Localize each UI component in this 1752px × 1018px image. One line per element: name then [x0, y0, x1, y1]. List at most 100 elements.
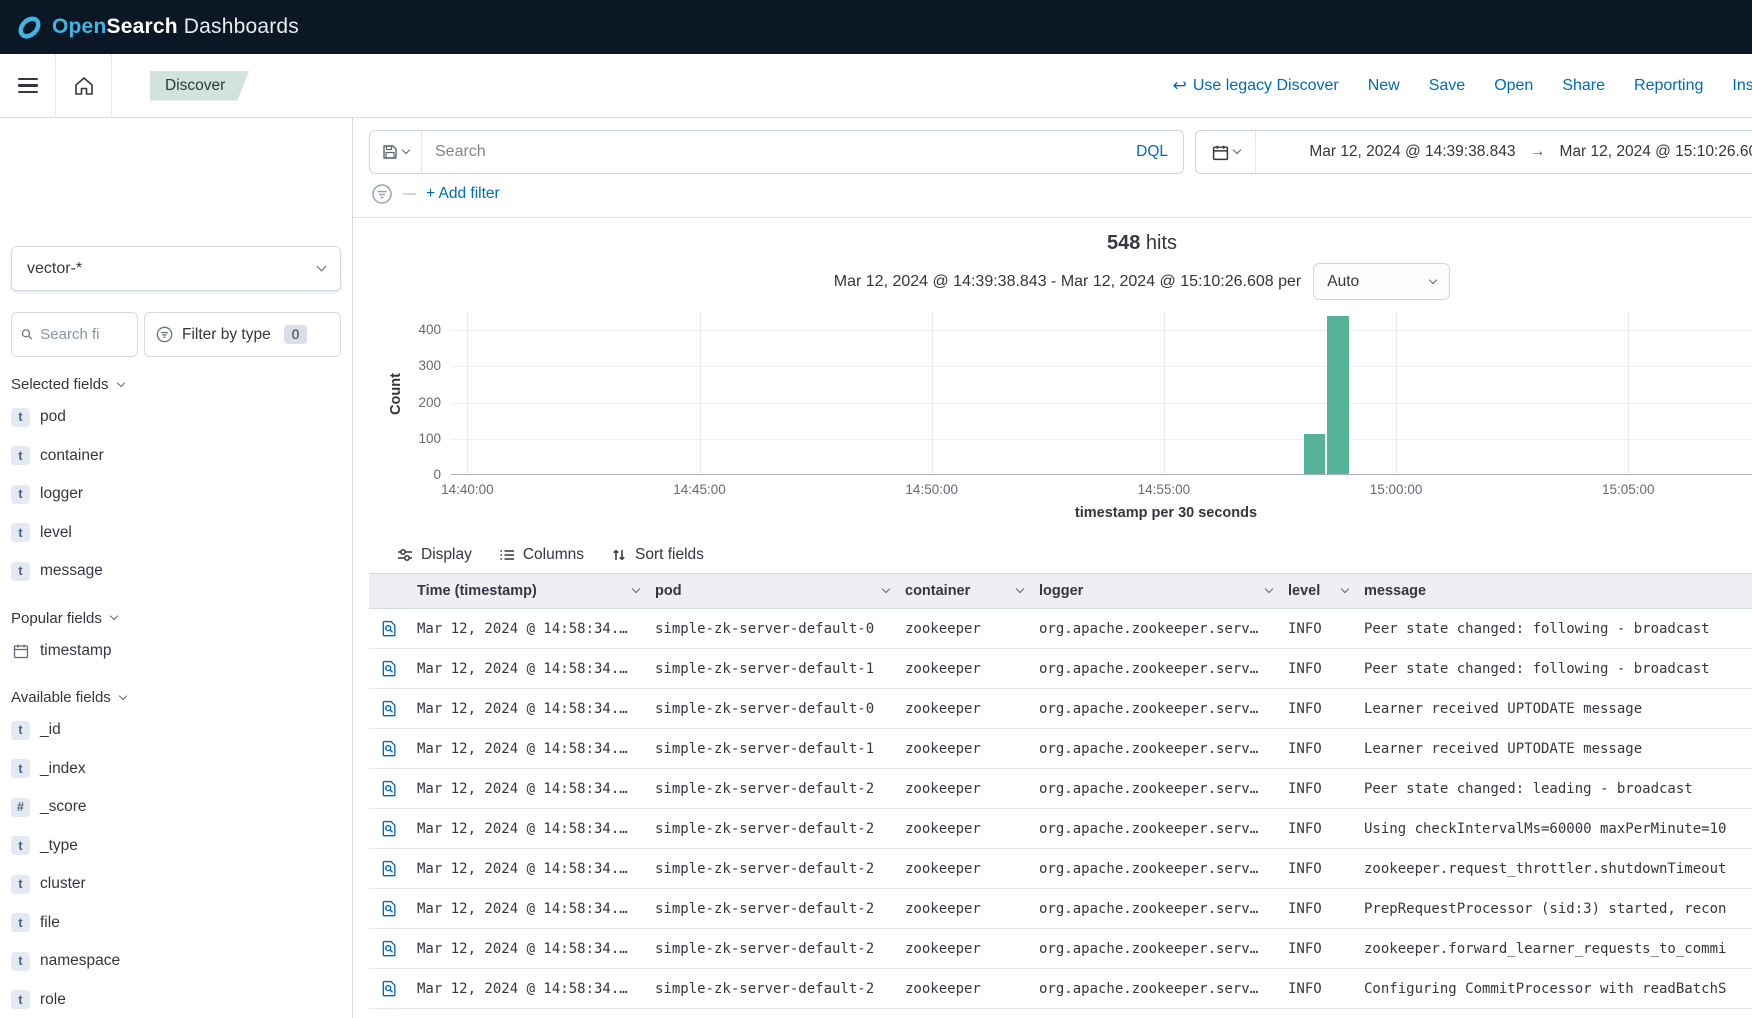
table-row: Mar 12, 2024 @ 14:58:34.…simple-zk-serve… — [369, 929, 1752, 969]
date-quick-select-button[interactable] — [1196, 131, 1256, 173]
field-item-_index[interactable]: t_index — [0, 750, 352, 789]
table-cell: zookeeper — [897, 969, 1031, 1009]
field-item-pod[interactable]: tpod — [0, 398, 352, 437]
nav-link-use-legacy-discover[interactable]: ↩Use legacy Discover — [1173, 76, 1339, 96]
inspect-document-button[interactable] — [375, 935, 403, 963]
section-header-popular-fields[interactable]: Popular fields — [11, 605, 341, 632]
field-item-logger[interactable]: tlogger — [0, 475, 352, 514]
global-filter-icon[interactable] — [371, 183, 393, 205]
table-header-row: Time (timestamp)podcontainerloggerlevelm… — [369, 574, 1752, 609]
sort-chevron-icon[interactable] — [1341, 585, 1349, 593]
field-item-level[interactable]: tlevel — [0, 514, 352, 553]
index-pattern-label: vector-* — [27, 260, 82, 278]
columns-button[interactable]: Columns — [499, 546, 584, 564]
inspect-document-button[interactable] — [375, 815, 403, 843]
field-item-cluster[interactable]: tcluster — [0, 865, 352, 904]
home-icon — [73, 75, 95, 97]
column-header-container[interactable]: container — [897, 574, 1031, 609]
inspect-document-button[interactable] — [375, 975, 403, 1003]
field-item-namespace[interactable]: tnamespace — [0, 942, 352, 981]
search-input[interactable] — [422, 143, 1121, 161]
field-item-_type[interactable]: t_type — [0, 827, 352, 866]
y-axis-tick-label: 200 — [418, 394, 441, 412]
app-title: OpenSearch Dashboards — [52, 15, 299, 39]
inspect-document-button[interactable] — [375, 655, 403, 683]
column-header-time-timestamp-[interactable]: Time (timestamp) — [409, 574, 647, 609]
sort-chevron-icon[interactable] — [632, 585, 640, 593]
display-icon — [397, 547, 413, 563]
histogram-bar[interactable] — [1327, 316, 1348, 474]
chevron-down-icon — [116, 378, 124, 386]
field-name: _type — [40, 837, 78, 855]
field-type-string-icon: t — [11, 408, 30, 427]
table-cell: INFO — [1280, 969, 1356, 1009]
add-filter-button[interactable]: + Add filter — [426, 185, 500, 203]
inspect-document-button[interactable] — [375, 695, 403, 723]
sort-chevron-icon[interactable] — [882, 585, 890, 593]
table-cell: Mar 12, 2024 @ 14:58:34.… — [409, 609, 647, 649]
filter-by-type-button[interactable]: Filter by type 0 — [144, 312, 341, 357]
menu-button[interactable] — [0, 54, 56, 118]
start-date-button[interactable]: Mar 12, 2024 @ 14:39:38.843 — [1307, 139, 1517, 165]
table-cell: Mar 12, 2024 @ 14:58:34.… — [409, 969, 647, 1009]
table-cell: org.apache.zookeeper.serv… — [1031, 729, 1280, 769]
table-cell: Peer state changed: leading - broadcast — [1356, 769, 1752, 809]
field-item-_score[interactable]: #_score — [0, 788, 352, 827]
column-header-pod[interactable]: pod — [647, 574, 897, 609]
field-item-_id[interactable]: t_id — [0, 711, 352, 750]
opensearch-logo[interactable]: OpenSearch Dashboards — [16, 14, 299, 41]
table-cell: INFO — [1280, 809, 1356, 849]
sort-chevron-icon[interactable] — [1016, 585, 1024, 593]
nav-link-new[interactable]: New — [1368, 77, 1400, 95]
table-cell: Mar 12, 2024 @ 14:58:34.… — [409, 689, 647, 729]
table-cell: INFO — [1280, 769, 1356, 809]
field-search[interactable] — [11, 312, 138, 357]
inspect-document-button[interactable] — [375, 775, 403, 803]
sort-fields-button[interactable]: Sort fields — [611, 546, 704, 564]
field-item-message[interactable]: tmessage — [0, 552, 352, 591]
nav-link-save[interactable]: Save — [1429, 77, 1465, 95]
opensearch-dashboards-app: OpenSearch Dashboards Discover ↩Use lega… — [0, 0, 1752, 1018]
field-name: message — [40, 562, 103, 580]
field-item-timestamp[interactable]: timestamp — [0, 632, 352, 671]
section-header-available-fields[interactable]: Available fields — [11, 684, 341, 711]
table-cell: Mar 12, 2024 @ 14:58:34.… — [409, 849, 647, 889]
nav-link-share[interactable]: Share — [1562, 77, 1605, 95]
inspect-document-button[interactable] — [375, 895, 403, 923]
field-item-file[interactable]: tfile — [0, 904, 352, 943]
table-cell: Peer state changed: following - broadcas… — [1356, 609, 1752, 649]
index-pattern-select[interactable]: vector-* — [11, 246, 341, 291]
nav-link-inspect[interactable]: Inspect — [1732, 77, 1752, 95]
histogram-bar[interactable] — [1304, 434, 1325, 474]
field-name: _id — [40, 721, 61, 739]
x-axis-tick-label: 15:05:00 — [1602, 482, 1655, 497]
histogram-chart: Count 0100200300400 14:40:0014:45:0014:5… — [369, 312, 1752, 521]
x-axis-tick-label: 14:55:00 — [1138, 482, 1191, 497]
home-button[interactable] — [56, 54, 112, 118]
section-header-selected-fields[interactable]: Selected fields — [11, 371, 341, 398]
end-date-button[interactable]: Mar 12, 2024 @ 15:10:26.608 — [1558, 139, 1752, 165]
saved-query-button[interactable] — [370, 131, 422, 173]
inspect-document-button[interactable] — [375, 855, 403, 883]
field-item-role[interactable]: trole — [0, 981, 352, 1018]
inspect-document-button[interactable] — [375, 615, 403, 643]
table-cell: simple-zk-server-default-2 — [647, 809, 897, 849]
sort-chevron-icon[interactable] — [1265, 585, 1273, 593]
field-search-input[interactable] — [40, 326, 128, 343]
y-axis-tick-label: 100 — [418, 430, 441, 448]
table-cell: org.apache.zookeeper.serv… — [1031, 969, 1280, 1009]
page-body: vector-* Filter by type — [0, 118, 1752, 1018]
column-header-level[interactable]: level — [1280, 574, 1356, 609]
display-button[interactable]: Display — [397, 546, 472, 564]
table-cell: INFO — [1280, 689, 1356, 729]
breadcrumb-discover[interactable]: Discover — [150, 71, 249, 101]
interval-select[interactable]: Auto — [1313, 263, 1450, 300]
query-language-button[interactable]: DQL — [1121, 131, 1183, 173]
inspect-document-button[interactable] — [375, 735, 403, 763]
nav-link-reporting[interactable]: Reporting — [1634, 77, 1703, 95]
main-content: DQL Mar 12, 2024 @ 14:39:38.8 — [353, 118, 1752, 1018]
table-row: Mar 12, 2024 @ 14:58:34.…simple-zk-serve… — [369, 849, 1752, 889]
nav-link-open[interactable]: Open — [1494, 77, 1533, 95]
field-item-container[interactable]: tcontainer — [0, 437, 352, 476]
column-header-logger[interactable]: logger — [1031, 574, 1280, 609]
